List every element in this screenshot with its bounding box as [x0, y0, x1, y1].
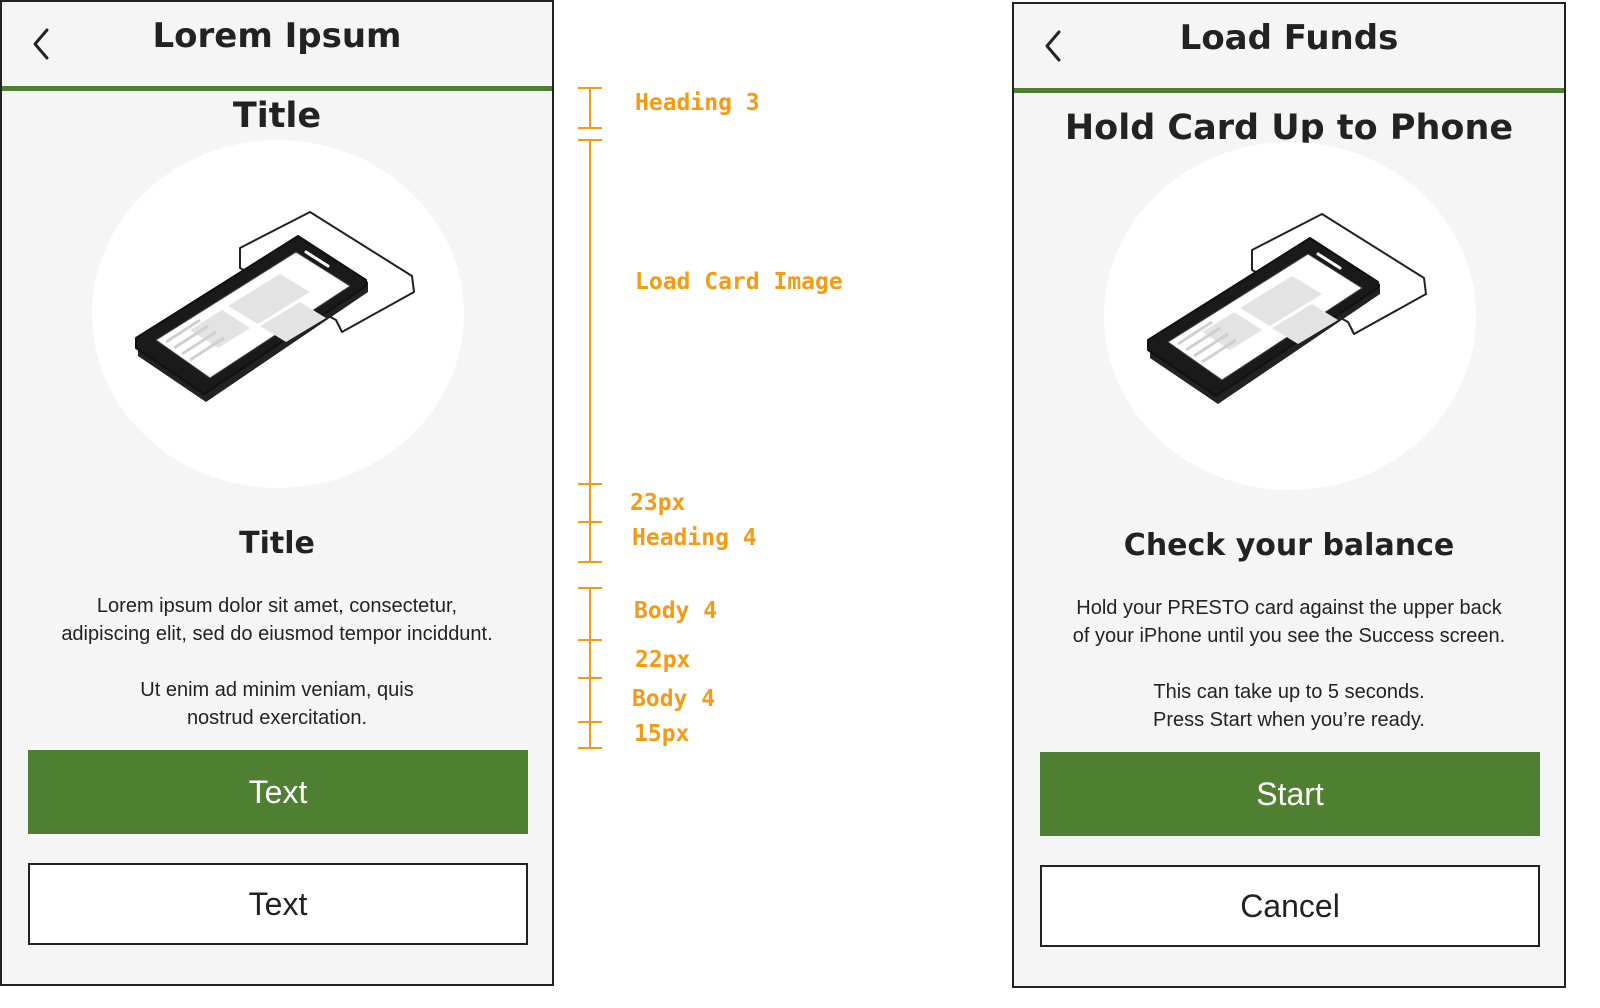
annotation-22px: 22px: [635, 647, 691, 673]
body-line: of your iPhone until you see the Success…: [1072, 625, 1506, 647]
template-screen: Lorem Ipsum Title Title Lorem ipsum dolo…: [0, 0, 554, 986]
body-line: Press Start when you’re ready.: [1153, 709, 1425, 731]
header-title: Lorem Ipsum: [152, 16, 402, 56]
body-line: Lorem ipsum dolor sit amet, consectetur,: [96, 595, 458, 617]
header-title: Load Funds: [1179, 18, 1399, 58]
page-title: Title: [232, 96, 322, 136]
chevron-left-icon: [33, 28, 49, 60]
image-circle: [1104, 142, 1476, 490]
body-paragraph-2: This can take up to 5 seconds. Press Sta…: [1038, 678, 1540, 734]
annotation-heading-4: Heading 4: [632, 525, 757, 551]
annotation-15px: 15px: [634, 721, 690, 747]
back-button[interactable]: [26, 24, 56, 64]
body-line: This can take up to 5 seconds.: [1153, 681, 1425, 703]
phone-with-card-icon: [130, 208, 430, 428]
primary-button[interactable]: Text: [28, 750, 528, 834]
start-button[interactable]: Start: [1040, 752, 1540, 836]
cancel-button[interactable]: Cancel: [1040, 865, 1540, 947]
body-paragraph-1: Lorem ipsum dolor sit amet, consectetur,…: [26, 592, 528, 648]
annotation-body-4-b: Body 4: [632, 686, 716, 712]
section-heading: Check your balance: [1123, 528, 1455, 563]
body-line: adipiscing elit, sed do eiusmod tempor i…: [61, 623, 493, 645]
body-paragraph-1: Hold your PRESTO card against the upper …: [1038, 594, 1540, 650]
body-paragraph-2: Ut enim ad minim veniam, quis nostrud ex…: [26, 676, 528, 732]
annotation-load-card-image: Load Card Image: [635, 269, 843, 295]
annotation-23px: 23px: [630, 490, 686, 516]
back-button[interactable]: [1038, 26, 1068, 66]
annotation-heading-3: Heading 3: [635, 90, 760, 116]
measurement-guides: [578, 87, 602, 749]
image-circle: [92, 140, 464, 488]
body-line: nostrud exercitation.: [186, 707, 368, 729]
chevron-left-icon: [1045, 30, 1061, 62]
body-line: Ut enim ad minim veniam, quis: [140, 679, 414, 701]
body-line: Hold your PRESTO card against the upper …: [1076, 597, 1502, 619]
load-funds-screen: Load Funds Hold Card Up to Phone Check y…: [1012, 2, 1566, 988]
secondary-button[interactable]: Text: [28, 863, 528, 945]
section-heading: Title: [239, 526, 315, 561]
app-header: Load Funds: [1014, 4, 1564, 93]
annotation-body-4-a: Body 4: [634, 598, 718, 624]
app-header: Lorem Ipsum: [2, 2, 552, 91]
phone-with-card-icon: [1142, 210, 1442, 430]
